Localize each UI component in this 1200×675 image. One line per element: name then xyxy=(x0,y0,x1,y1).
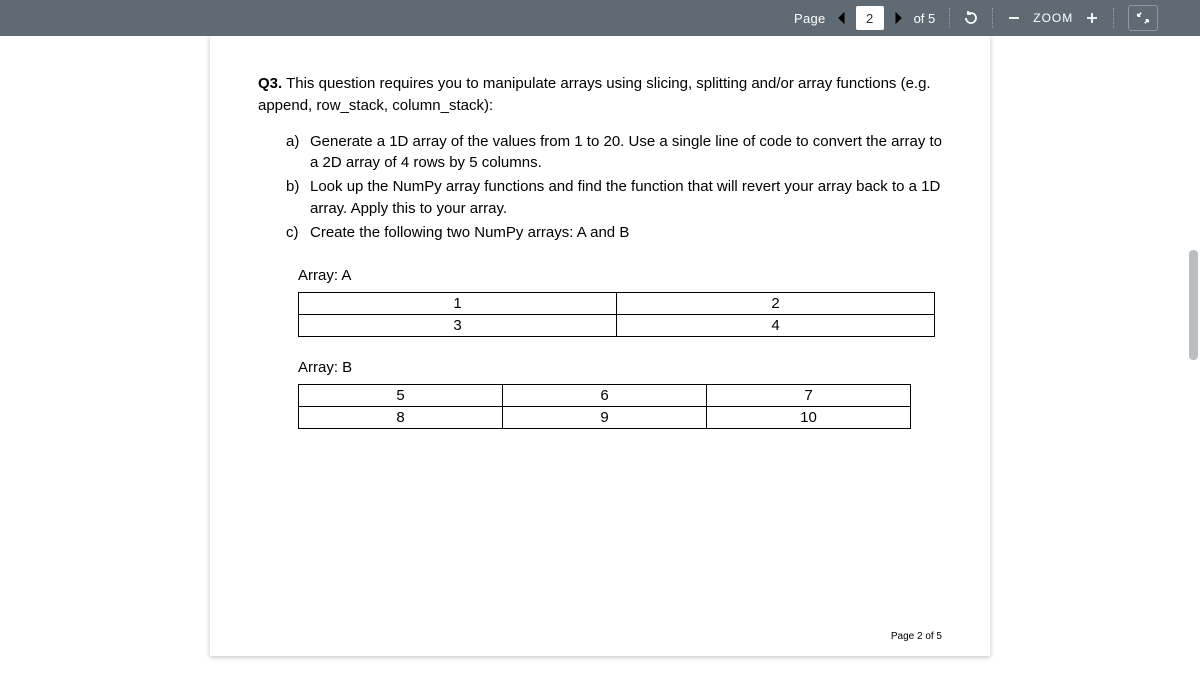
reload-button[interactable] xyxy=(958,5,984,31)
question-parts-list: a) Generate a 1D array of the values fro… xyxy=(286,131,942,244)
table-cell: 2 xyxy=(617,293,935,315)
table-cell: 10 xyxy=(707,407,911,429)
table-cell: 3 xyxy=(299,315,617,337)
table-row: 1 2 xyxy=(299,293,935,315)
part-marker: a) xyxy=(286,131,310,175)
part-text: Look up the NumPy array functions and fi… xyxy=(310,176,942,220)
part-marker: b) xyxy=(286,176,310,220)
table-cell: 1 xyxy=(299,293,617,315)
zoom-label: ZOOM xyxy=(1033,11,1073,25)
table-cell: 9 xyxy=(503,407,707,429)
chevron-right-icon xyxy=(888,8,908,28)
fullscreen-button[interactable] xyxy=(1128,5,1158,31)
separator xyxy=(949,8,950,28)
pdf-toolbar: Page of 5 ZOOM xyxy=(0,0,1200,36)
scrollbar-thumb[interactable] xyxy=(1189,250,1198,360)
table-cell: 7 xyxy=(707,385,911,407)
question-part: c) Create the following two NumPy arrays… xyxy=(286,222,942,244)
table-row: 8 9 10 xyxy=(299,407,911,429)
table-cell: 8 xyxy=(299,407,503,429)
separator xyxy=(1113,8,1114,28)
separator xyxy=(992,8,993,28)
part-text: Create the following two NumPy arrays: A… xyxy=(310,222,629,244)
page-footer: Page 2 of 5 xyxy=(891,631,942,642)
question-part: a) Generate a 1D array of the values fro… xyxy=(286,131,942,175)
table-cell: 6 xyxy=(503,385,707,407)
prev-page-button[interactable] xyxy=(832,4,852,32)
array-a-label: Array: A xyxy=(298,267,942,284)
next-page-button[interactable] xyxy=(888,4,908,32)
table-cell: 5 xyxy=(299,385,503,407)
reload-icon xyxy=(963,10,979,26)
array-b-table: 5 6 7 8 9 10 xyxy=(298,384,911,429)
table-row: 5 6 7 xyxy=(299,385,911,407)
question-intro-text: This question requires you to manipulate… xyxy=(258,75,931,114)
zoom-out-button[interactable] xyxy=(1001,5,1027,31)
page-number-input[interactable] xyxy=(856,6,884,30)
question-part: b) Look up the NumPy array functions and… xyxy=(286,176,942,220)
part-text: Generate a 1D array of the values from 1… xyxy=(310,131,942,175)
scrollbar-track[interactable] xyxy=(1188,40,1198,671)
page-total-label: of 5 xyxy=(914,11,936,26)
question-intro: Q3. This question requires you to manipu… xyxy=(258,73,942,117)
array-b-label: Array: B xyxy=(298,359,942,376)
plus-icon xyxy=(1084,10,1100,26)
fullscreen-exit-icon xyxy=(1136,11,1150,25)
zoom-in-button[interactable] xyxy=(1079,5,1105,31)
table-row: 3 4 xyxy=(299,315,935,337)
document-page: Q3. This question requires you to manipu… xyxy=(210,36,990,656)
question-number: Q3. xyxy=(258,75,282,92)
minus-icon xyxy=(1006,10,1022,26)
chevron-left-icon xyxy=(832,8,852,28)
part-marker: c) xyxy=(286,222,310,244)
table-cell: 4 xyxy=(617,315,935,337)
array-a-table: 1 2 3 4 xyxy=(298,292,935,337)
page-label: Page xyxy=(794,11,826,26)
